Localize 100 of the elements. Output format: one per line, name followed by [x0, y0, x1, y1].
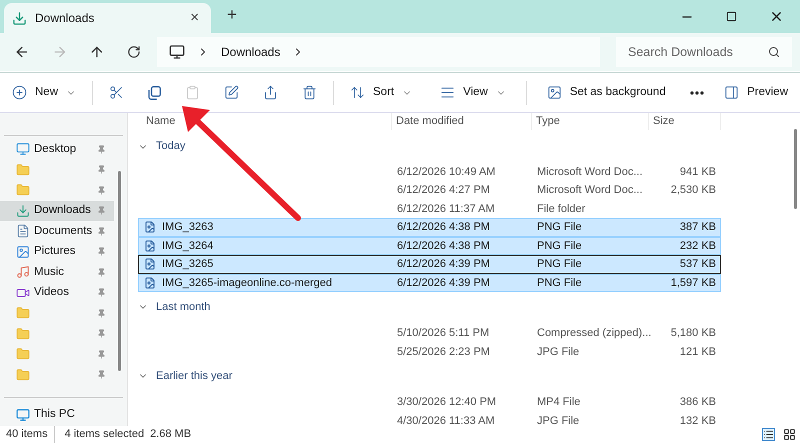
- refresh-icon[interactable]: [127, 45, 141, 59]
- size-cell-text: 386 KB: [678, 395, 717, 410]
- back-icon[interactable]: [14, 44, 30, 60]
- image-file-icon: [144, 221, 156, 234]
- preview-button[interactable]: Preview: [716, 78, 796, 106]
- pin-icon: [97, 308, 106, 318]
- sidebar-item[interactable]: Desktop: [0, 139, 114, 160]
- size-cell-text: 5,180 KB: [670, 326, 717, 341]
- pin-icon: [97, 350, 106, 359]
- folder-icon: [16, 368, 30, 382]
- folder-icon: [16, 306, 30, 320]
- group-header[interactable]: Last month: [138, 296, 210, 318]
- monitor-icon: [16, 408, 30, 422]
- search-input[interactable]: Search Downloads: [628, 42, 768, 62]
- pin-icon: [97, 226, 106, 236]
- rename-icon: [224, 85, 240, 100]
- date-cell-text: 5/10/2026 5:11 PM: [396, 326, 490, 341]
- name-cell: IMG_3265-imageonline.co-merged: [139, 274, 393, 291]
- details-view-icon[interactable]: [762, 428, 775, 441]
- file-row[interactable]: 3/30/2026 12:40 PM MP4 File 386 KB: [138, 393, 721, 412]
- type-cell-text: Compressed (zipped)...: [536, 326, 650, 341]
- image-file-icon: [144, 258, 156, 270]
- new-button[interactable]: New: [4, 78, 84, 106]
- date-cell-text: 6/12/2026 4:38 PM: [396, 220, 491, 235]
- sidebar-item[interactable]: Pictures: [0, 242, 114, 262]
- sidebar-item[interactable]: Documents: [0, 221, 114, 242]
- group-header[interactable]: Today: [138, 136, 186, 158]
- music-icon: [16, 265, 30, 280]
- search-field[interactable]: Search Downloads: [616, 37, 792, 67]
- date-cell-text: 6/12/2026 11:37 AM: [396, 202, 496, 216]
- more-icon: [690, 90, 704, 94]
- folder-icon: [16, 347, 30, 362]
- delete-icon: [302, 85, 318, 100]
- close-tab-button[interactable]: ×: [190, 6, 199, 30]
- download-icon: [12, 10, 27, 26]
- selection-count: 4 items selected: [64, 427, 144, 442]
- file-row[interactable]: 6/12/2026 11:37 AM File folder: [138, 200, 721, 218]
- view-icon: [440, 85, 456, 100]
- sidebar-item[interactable]: Downloads: [0, 200, 114, 222]
- sidebar-item[interactable]: Videos: [0, 282, 114, 304]
- file-row[interactable]: 6/12/2026 10:49 AM Microsoft Word Doc... 941 KB: [138, 162, 721, 181]
- view-button[interactable]: View: [432, 78, 514, 106]
- pin-icon: [97, 329, 106, 338]
- date-cell-text: 3/30/2026 12:40 PM: [396, 395, 498, 410]
- set-background-button[interactable]: Set as background: [538, 78, 674, 106]
- date-cell-text: 6/12/2026 10:49 AM: [396, 164, 496, 180]
- file-row[interactable]: 5/10/2026 5:11 PM Compressed (zipped)... 5,180 KB: [138, 324, 721, 342]
- window-tab[interactable]: Downloads ×: [4, 3, 211, 33]
- group-header[interactable]: Earlier this year: [138, 365, 232, 387]
- image-file-icon: [144, 276, 156, 289]
- type-cell-text: Microsoft Word Doc...: [536, 164, 644, 180]
- type-cell-text: Microsoft Word Doc...: [536, 183, 644, 198]
- monitor-icon: [168, 44, 185, 60]
- column-header[interactable]: Date modified: [392, 113, 532, 130]
- date-cell-text: 6/12/2026 4:39 PM: [396, 276, 491, 290]
- close-icon[interactable]: [769, 9, 784, 24]
- type-cell-text: PNG File: [536, 276, 583, 290]
- date-cell-text: 4/30/2026 11:33 AM: [396, 414, 496, 428]
- size-cell-text: 387 KB: [678, 220, 717, 235]
- path-field[interactable]: Downloads: [156, 37, 600, 67]
- download-icon: [16, 204, 30, 218]
- type-cell-text: MP4 File: [536, 395, 582, 410]
- monitor-icon: [16, 142, 30, 156]
- file-row[interactable]: IMG_3263 6/12/2026 4:38 PM PNG File 387 KB: [138, 218, 721, 236]
- folder-icon: [16, 183, 30, 198]
- pin-icon: [97, 206, 106, 216]
- file-row[interactable]: 5/25/2026 2:23 PM JPG File 121 KB: [138, 342, 721, 361]
- date-cell-text: 6/12/2026 4:38 PM: [396, 238, 491, 254]
- column-header[interactable]: Type: [532, 113, 649, 130]
- paste-icon: [185, 85, 200, 100]
- sidebar-item[interactable]: This PC: [0, 404, 127, 426]
- preview-icon: [724, 85, 740, 100]
- sidebar-item[interactable]: Music: [0, 262, 114, 283]
- name-cell: IMG_3264: [139, 238, 393, 254]
- file-row[interactable]: 4/30/2026 11:33 AM JPG File 132 KB: [138, 412, 721, 430]
- pin-icon: [97, 268, 106, 277]
- pin-icon: [97, 370, 106, 380]
- breadcrumb[interactable]: Downloads: [220, 43, 280, 61]
- name-cell: IMG_3265: [139, 256, 393, 272]
- document-icon: [16, 224, 30, 238]
- background-icon: [546, 85, 562, 100]
- tiles-view-icon[interactable]: [783, 428, 796, 441]
- maximize-icon[interactable]: [726, 11, 737, 22]
- folder-icon: [16, 162, 30, 177]
- type-cell-text: JPG File: [536, 344, 580, 360]
- new-tab-button[interactable]: +: [227, 2, 237, 27]
- type-cell-text: PNG File: [536, 238, 583, 254]
- file-row[interactable]: IMG_3264 6/12/2026 4:38 PM PNG File 232 KB: [138, 236, 721, 255]
- pin-icon: [97, 165, 106, 174]
- pin-icon: [97, 247, 106, 256]
- pin-icon: [97, 144, 106, 154]
- column-header[interactable]: Size: [649, 113, 721, 130]
- sort-button[interactable]: Sort: [342, 78, 420, 106]
- type-cell-text: PNG File: [536, 257, 583, 272]
- item-count: 40 items: [0, 426, 55, 443]
- file-row[interactable]: IMG_3265-imageonline.co-merged 6/12/2026 4:39 PM PNG File 1,597 KB: [138, 274, 721, 292]
- file-row[interactable]: IMG_3265 6/12/2026 4:39 PM PNG File 537 KB: [138, 255, 721, 274]
- file-row[interactable]: 6/12/2026 4:27 PM Microsoft Word Doc... 2,530 KB: [138, 181, 721, 200]
- size-cell-text: 132 KB: [678, 414, 717, 428]
- cut-icon: [109, 85, 124, 100]
